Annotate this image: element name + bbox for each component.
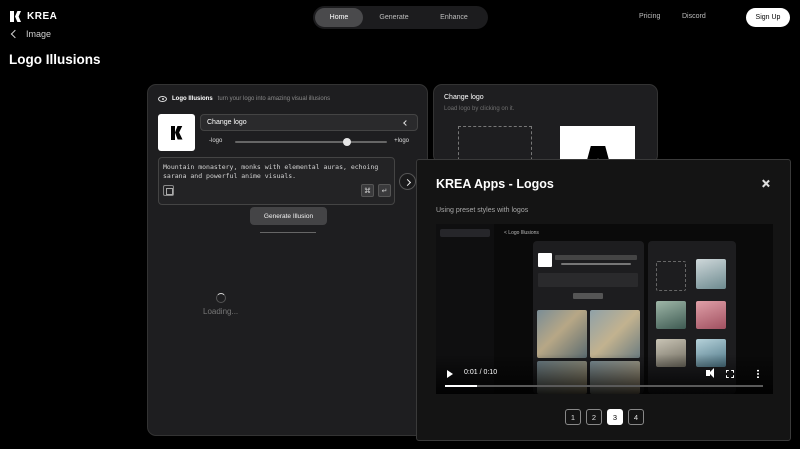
back-label: Image	[26, 29, 52, 39]
logo-preview[interactable]	[158, 114, 195, 151]
modal-subtitle: Using preset styles with logos	[436, 207, 529, 214]
slider-max-label: +logo	[394, 138, 409, 144]
page-button-1[interactable]: 1	[565, 409, 581, 425]
change-logo-label: Change logo	[207, 119, 247, 126]
result-thumbnail	[590, 310, 640, 358]
logo-strength-slider[interactable]: -logo +logo	[209, 137, 409, 147]
video-time: 0:01 / 0:10	[464, 369, 498, 376]
chevron-left-icon	[403, 120, 409, 126]
eye-icon[interactable]	[158, 96, 167, 102]
randomize-icon[interactable]	[163, 185, 174, 196]
more-options-icon[interactable]	[757, 369, 759, 378]
generate-illusion-button[interactable]: Generate Illusion	[250, 207, 327, 225]
slider-min-label: -logo	[209, 138, 223, 144]
enter-key-icon[interactable]: ↵	[378, 184, 391, 197]
video-frame-bar	[561, 263, 631, 265]
prompt-text[interactable]: Mountain monastery, monks with elemental…	[163, 163, 390, 181]
video-frame-bar	[573, 293, 603, 299]
logo-illusions-panel: Logo Illusions turn your logo into amazi…	[147, 84, 428, 436]
page-button-2[interactable]: 2	[586, 409, 602, 425]
krea-logo-icon	[10, 11, 21, 22]
krea-logo-icon	[170, 125, 183, 140]
panel-title: Logo Illusions	[172, 96, 213, 102]
command-key-icon[interactable]: ⌘	[361, 184, 374, 197]
tab-generate[interactable]: Generate	[363, 8, 425, 27]
sign-up-button[interactable]: Sign Up	[746, 8, 790, 27]
page-title: Logo Illusions	[9, 52, 101, 67]
tab-home[interactable]: Home	[315, 8, 363, 27]
video-pagination: 1 2 3 4	[565, 409, 644, 425]
prompt-textarea[interactable]: Mountain monastery, monks with elemental…	[158, 157, 395, 205]
divider	[260, 232, 316, 233]
result-thumbnail	[696, 259, 726, 289]
apple-logo-thumbnail	[538, 253, 552, 267]
video-breadcrumb: < Logo Illusions	[504, 230, 539, 236]
pricing-link[interactable]: Pricing	[639, 13, 660, 20]
result-thumbnail	[656, 261, 686, 291]
next-arrow-button[interactable]	[399, 173, 416, 190]
video-progress-fill	[445, 385, 477, 387]
page-button-4[interactable]: 4	[628, 409, 644, 425]
tutorial-video-player[interactable]: < Logo Illusions 0:01 / 0:10	[436, 224, 773, 394]
slider-track[interactable]	[235, 138, 387, 146]
main-nav: Home Generate Enhance	[313, 6, 488, 29]
slider-handle[interactable]	[343, 138, 352, 146]
close-icon[interactable]	[761, 179, 770, 188]
chevron-left-icon	[10, 29, 20, 39]
play-icon[interactable]	[447, 370, 453, 378]
result-thumbnail	[696, 301, 726, 329]
change-logo-title: Change logo	[444, 94, 484, 101]
back-link[interactable]: Image	[10, 29, 52, 39]
change-logo-dropdown[interactable]: Change logo	[200, 114, 418, 131]
brand-logo[interactable]: KREA	[10, 11, 57, 22]
change-logo-panel: Change logo Load logo by clicking on it.	[433, 84, 658, 164]
page-button-3[interactable]: 3	[607, 409, 623, 425]
discord-link[interactable]: Discord	[682, 13, 706, 20]
video-frame-bar	[555, 255, 637, 260]
loading-spinner-icon	[216, 293, 226, 303]
video-frame-bar	[538, 273, 638, 287]
result-thumbnail	[656, 301, 686, 329]
brand-name: KREA	[27, 11, 58, 22]
video-sidebar-item	[440, 240, 470, 248]
result-thumbnail	[537, 310, 587, 358]
change-logo-subtitle: Load logo by clicking on it.	[444, 106, 515, 112]
tab-enhance[interactable]: Enhance	[425, 8, 483, 27]
video-sidebar-item	[440, 229, 490, 237]
panel-subtitle: turn your logo into amazing visual illus…	[217, 96, 331, 102]
video-progress-bar[interactable]	[445, 385, 763, 387]
krea-apps-modal: KREA Apps - Logos Using preset styles wi…	[416, 159, 791, 441]
loading-text: Loading...	[203, 307, 239, 316]
modal-title: KREA Apps - Logos	[436, 177, 554, 191]
volume-icon[interactable]	[706, 368, 714, 378]
panel-header: Logo Illusions turn your logo into amazi…	[158, 96, 330, 102]
